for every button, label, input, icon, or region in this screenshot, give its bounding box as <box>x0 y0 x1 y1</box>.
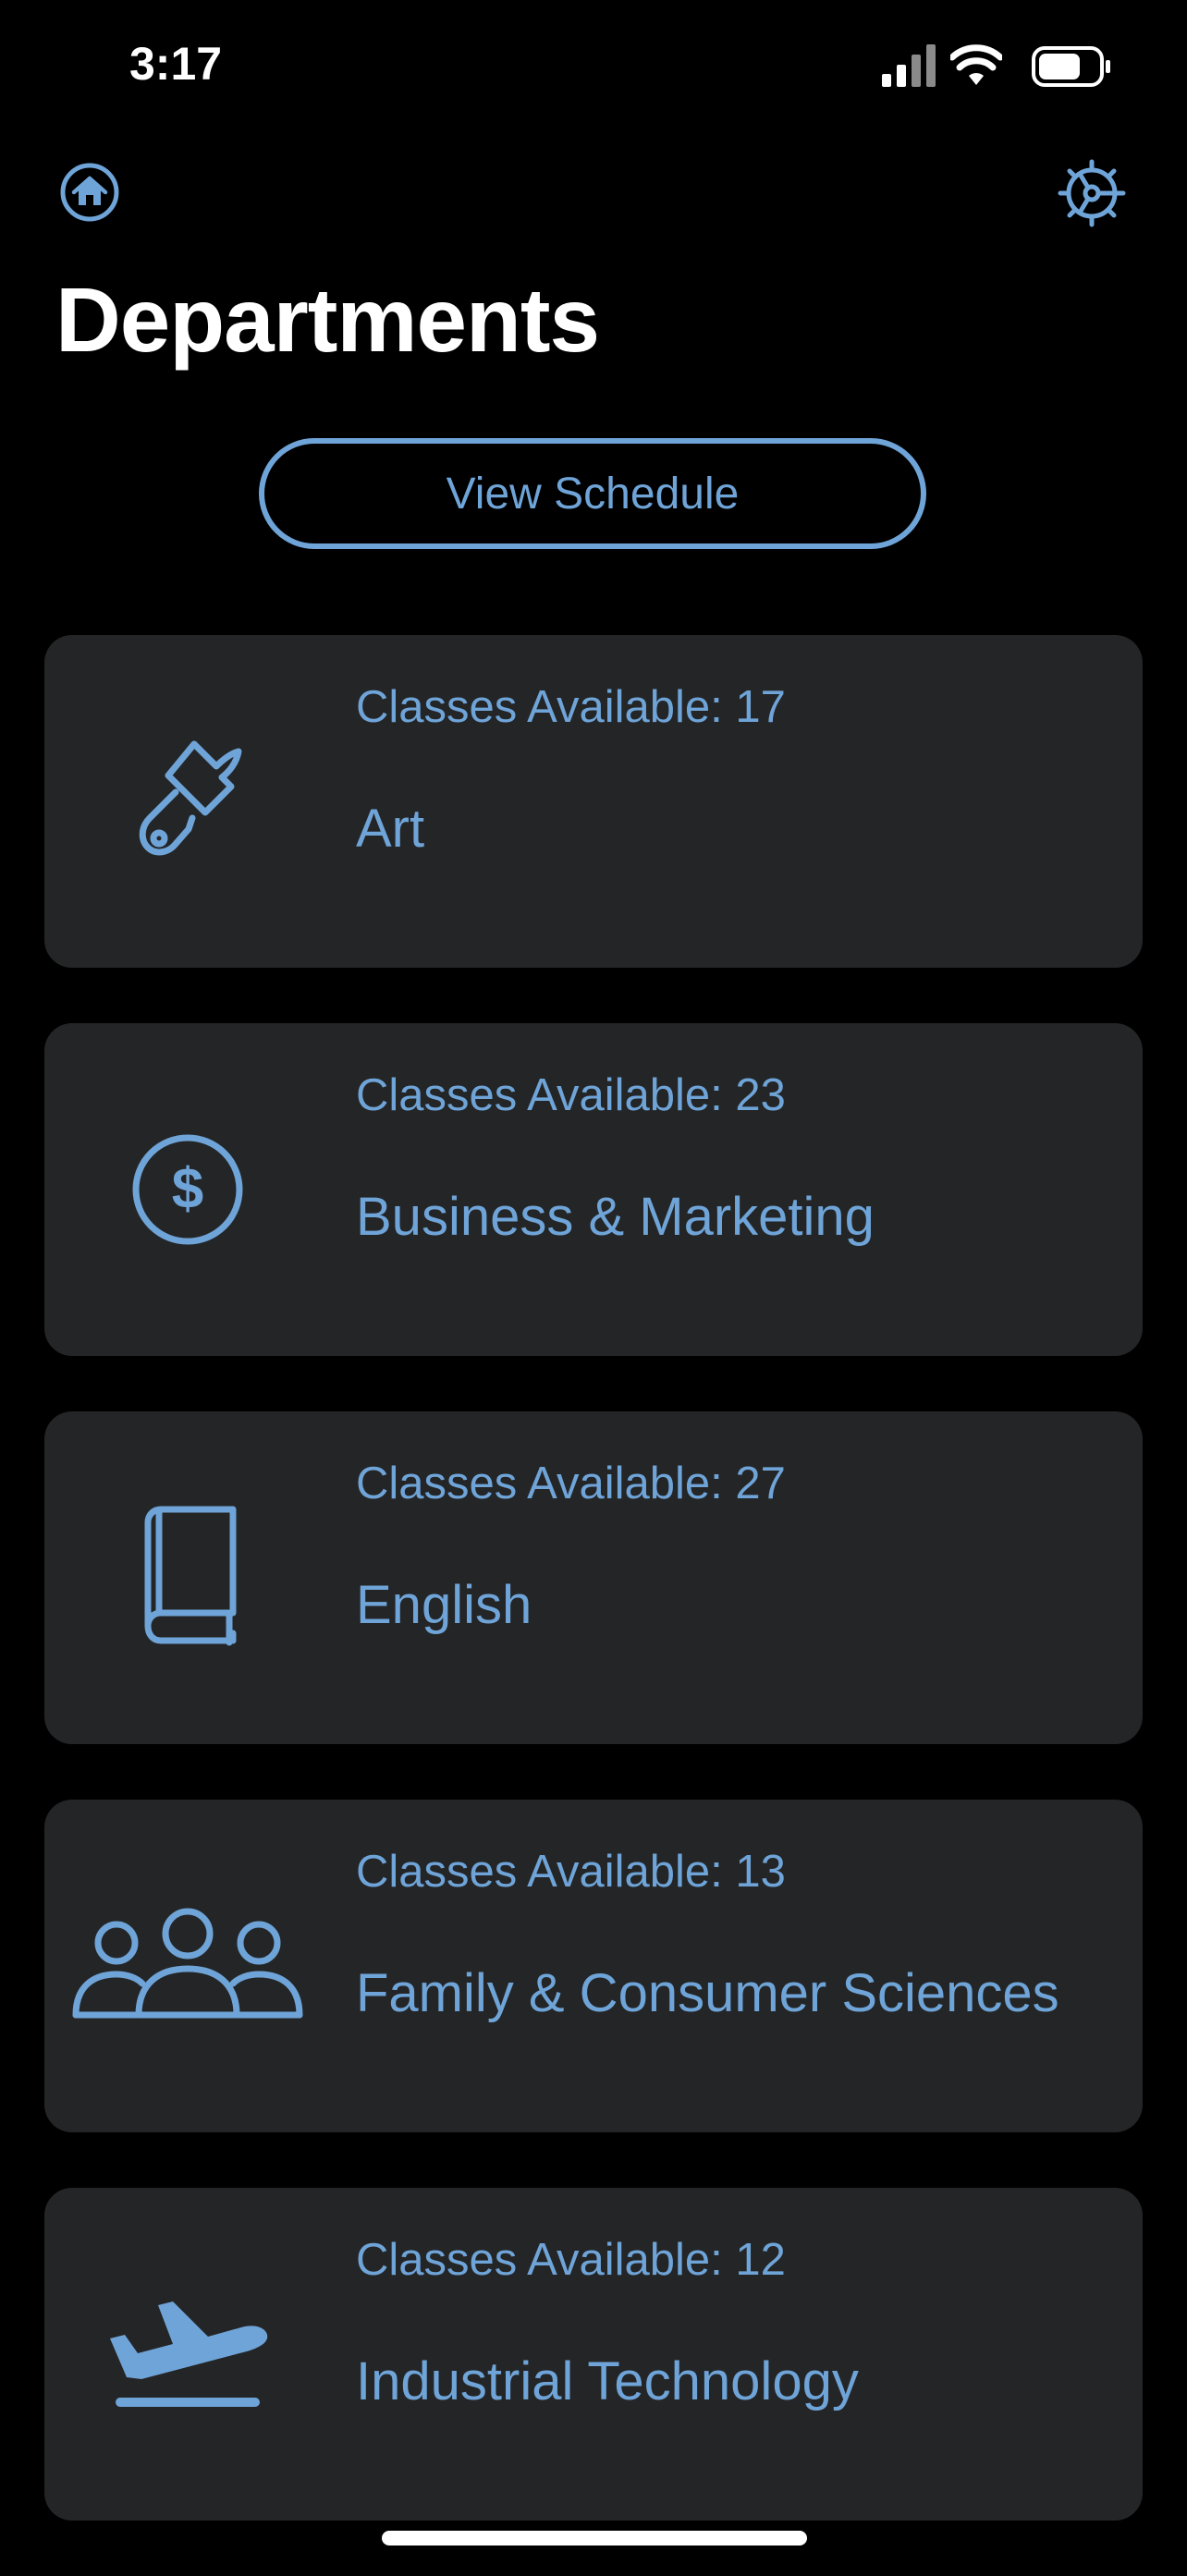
battery-icon <box>1032 46 1110 87</box>
department-class-count: Classes Available: 12 <box>356 2235 786 2285</box>
people-icon <box>44 1800 331 2132</box>
paintbrush-icon <box>44 635 331 968</box>
department-card-family-consumer-sciences[interactable]: Classes Available: 13 Family & Consumer … <box>44 1800 1143 2132</box>
cellular-signal-icon <box>882 44 936 87</box>
department-class-count: Classes Available: 13 <box>356 1847 786 1897</box>
department-name: Industrial Technology <box>356 2351 859 2411</box>
home-indicator[interactable] <box>382 2531 807 2545</box>
department-name: Family & Consumer Sciences <box>356 1963 1059 2023</box>
department-card-art[interactable]: Classes Available: 17 Art <box>44 635 1143 968</box>
status-time: 3:17 <box>129 38 223 90</box>
department-card-business-marketing[interactable]: $ Classes Available: 23 Business & Marke… <box>44 1023 1143 1356</box>
department-name: English <box>356 1575 532 1635</box>
airplane-departure-icon <box>44 2188 331 2521</box>
view-schedule-button[interactable]: View Schedule <box>259 438 926 549</box>
house-circle-icon <box>60 163 119 222</box>
status-bar: 3:17 <box>0 0 1187 139</box>
department-card-industrial-technology[interactable]: Classes Available: 12 Industrial Technol… <box>44 2188 1143 2521</box>
gear-icon <box>1058 159 1126 227</box>
svg-text:$: $ <box>172 1157 203 1221</box>
department-list: Classes Available: 17 Art $ Classes Avai… <box>44 635 1143 2576</box>
wifi-icon <box>950 44 1002 85</box>
department-name: Art <box>356 799 425 859</box>
book-icon <box>44 1411 331 1744</box>
page-title: Departments <box>55 269 600 371</box>
home-button[interactable] <box>59 162 120 223</box>
department-class-count: Classes Available: 23 <box>356 1070 786 1120</box>
department-class-count: Classes Available: 17 <box>356 682 786 732</box>
department-name: Business & Marketing <box>356 1187 875 1247</box>
department-class-count: Classes Available: 27 <box>356 1459 786 1508</box>
department-card-english[interactable]: Classes Available: 27 English <box>44 1411 1143 1744</box>
dollar-circle-icon: $ <box>44 1023 331 1356</box>
settings-button[interactable] <box>1058 159 1126 227</box>
